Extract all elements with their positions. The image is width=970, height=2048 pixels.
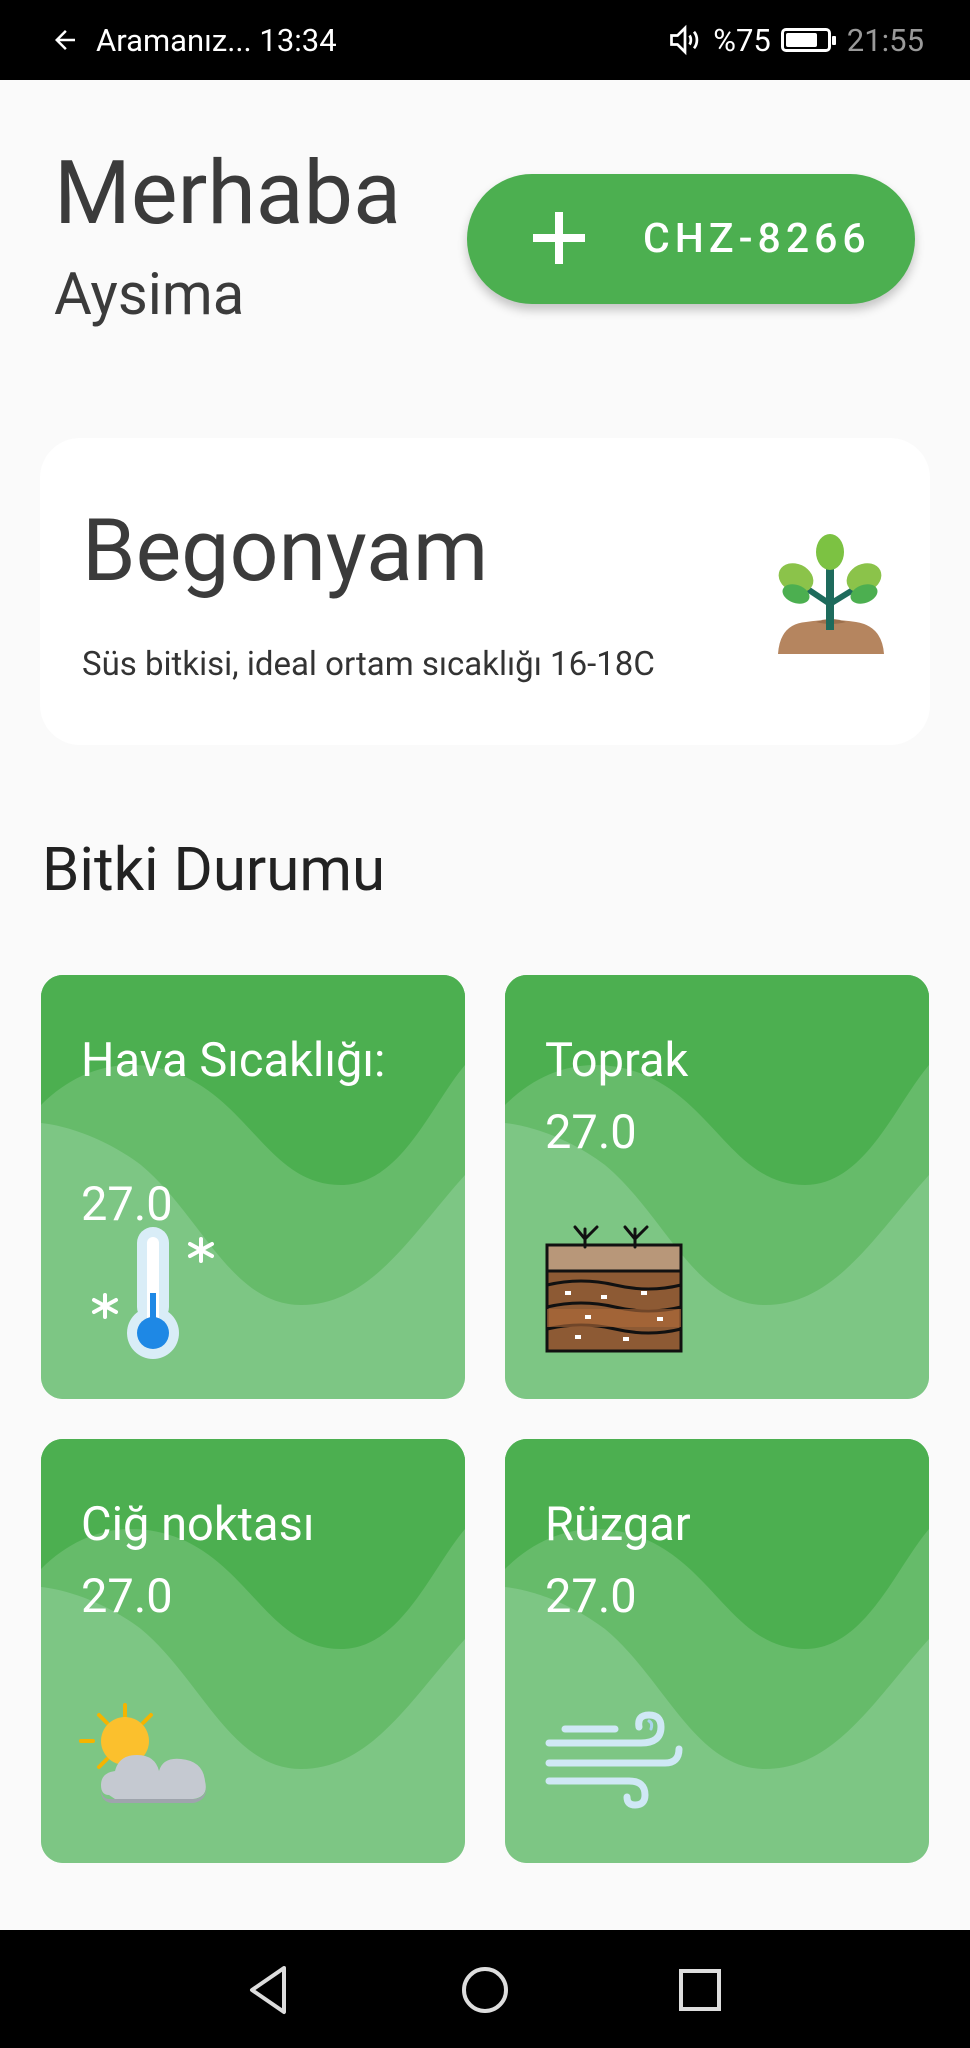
nav-back-icon[interactable] (240, 1960, 300, 2020)
thermometer-icon (92, 1227, 214, 1359)
tile-value: 27.0 (81, 1569, 173, 1624)
tile-soil[interactable]: Toprak 27.0 (505, 975, 929, 1399)
tile-label: Rüzgar (545, 1497, 691, 1552)
greeting: Merhaba Aysima (54, 142, 401, 329)
plant-name: Begonyam (82, 500, 489, 601)
soil-icon (545, 1225, 683, 1353)
plant-card[interactable]: Begonyam Süs bitkisi, ideal ortam sıcakl… (40, 438, 930, 745)
nav-home-icon[interactable] (455, 1960, 515, 2020)
navigation-bar (0, 1930, 970, 2048)
plant-description: Süs bitkisi, ideal ortam sıcaklığı 16-18… (82, 645, 655, 684)
battery-percent: %75 (713, 21, 771, 59)
return-to-call[interactable]: Aramanız... 13:34 (50, 0, 337, 80)
status-bar: Aramanız... 13:34 %75 21:55 (0, 0, 970, 80)
partly-cloudy-icon (79, 1703, 207, 1803)
back-arrow-icon (55, 30, 75, 50)
tile-label: Hava Sıcaklığı: (81, 1033, 386, 1088)
greeting-title: Merhaba (54, 142, 401, 245)
clock: 21:55 (846, 21, 924, 59)
nav-recents-icon[interactable] (670, 1960, 730, 2020)
wind-icon (545, 1711, 683, 1809)
tile-label: Toprak (545, 1033, 689, 1088)
tile-wind[interactable]: Rüzgar 27.0 (505, 1439, 929, 1863)
user-name: Aysima (54, 261, 245, 329)
tile-air-temperature[interactable]: Hava Sıcaklığı: 27.0 (41, 975, 465, 1399)
battery-icon (780, 28, 836, 52)
sprout-icon (778, 534, 884, 654)
tile-value: 27.0 (545, 1105, 637, 1160)
add-device-button[interactable]: CHZ-8266 (467, 174, 915, 304)
tile-dew-point[interactable]: Ciğ noktası 27.0 (41, 1439, 465, 1863)
section-title: Bitki Durumu (42, 834, 386, 905)
plus-icon (533, 212, 585, 264)
status-indicators: %75 21:55 (667, 0, 924, 80)
device-code: CHZ-8266 (643, 215, 871, 263)
tile-label: Ciğ noktası (81, 1497, 315, 1552)
tile-value: 27.0 (545, 1569, 637, 1624)
return-call-label: Aramanız... 13:34 (96, 21, 337, 59)
volume-icon (670, 24, 699, 56)
